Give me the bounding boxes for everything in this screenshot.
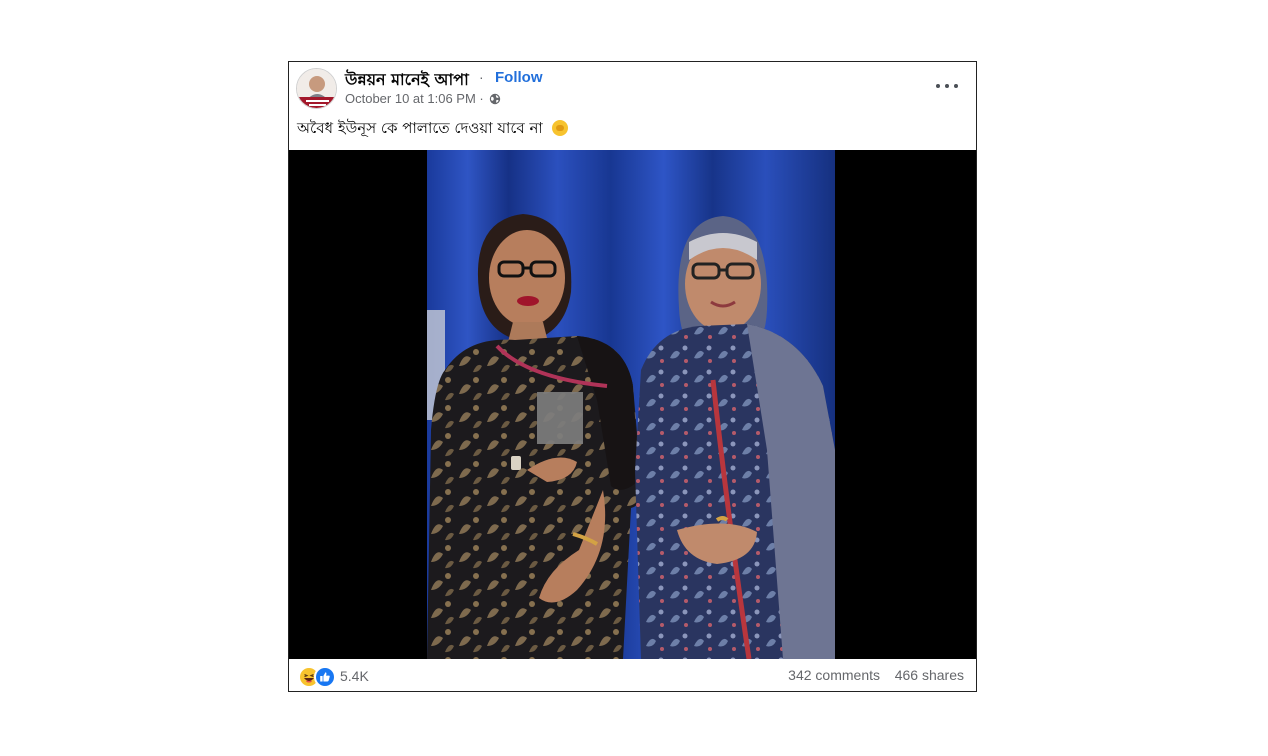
follow-separator: · <box>479 69 484 85</box>
avatar-image <box>297 69 336 108</box>
more-options-icon[interactable] <box>936 80 958 92</box>
page-avatar[interactable] <box>296 68 337 109</box>
post-caption: অবৈধ ইউনূস কে পালাতে দেওয়া যাবে না <box>297 117 568 142</box>
post-timestamp[interactable]: October 10 at 1:06 PM <box>345 91 476 106</box>
raised-fist-emoji-icon <box>551 120 568 136</box>
post-media[interactable] <box>289 150 976 659</box>
shares-count[interactable]: 466 shares <box>895 667 964 683</box>
globe-icon[interactable] <box>489 93 501 108</box>
page-name[interactable]: উন্নয়ন মানেই আপা <box>345 67 469 94</box>
caption-text: অবৈধ ইউনূস কে পালাতে দেওয়া যাবে না <box>297 119 543 137</box>
like-reaction-icon <box>314 666 336 688</box>
post-header: উন্নয়ন মানেই আপা · Follow October 10 at… <box>289 62 976 150</box>
reaction-count[interactable]: 5.4K <box>340 668 369 684</box>
follow-button[interactable]: Follow <box>495 69 543 86</box>
photo-of-two-women-in-sarees-icon <box>427 150 835 659</box>
facebook-post: উন্নয়ন মানেই আপা · Follow October 10 at… <box>288 61 977 692</box>
post-footer: 5.4K 342 comments 466 shares <box>289 659 976 691</box>
meta-separator: · <box>479 91 484 106</box>
post-photo[interactable] <box>427 150 835 659</box>
post-meta: October 10 at 1:06 PM · <box>345 91 501 108</box>
comments-count[interactable]: 342 comments <box>788 667 880 683</box>
